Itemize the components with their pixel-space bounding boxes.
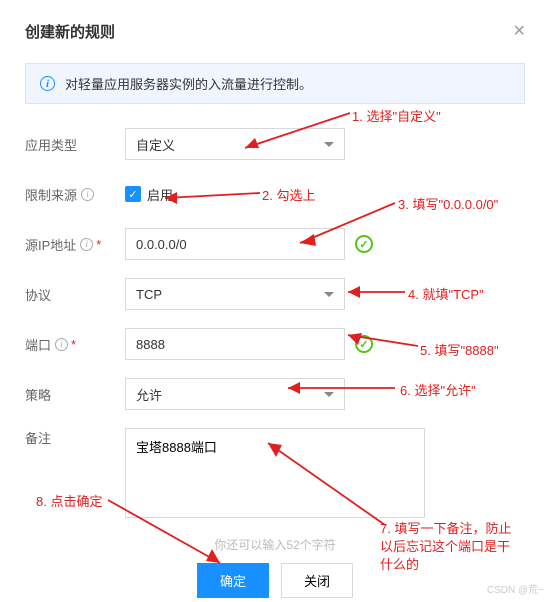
select-value: TCP: [136, 287, 162, 302]
info-icon: i: [40, 76, 55, 91]
watermark: CSDN @荒~: [487, 581, 544, 596]
valid-icon: ✓: [355, 335, 373, 353]
select-value: 允许: [136, 385, 162, 404]
dialog-buttons: 确定 关闭: [25, 563, 525, 598]
textarea-remark[interactable]: [125, 428, 425, 518]
row-port: 端口i* 8888 ✓: [25, 328, 525, 360]
input-source-ip[interactable]: 0.0.0.0/0: [125, 228, 345, 260]
help-icon[interactable]: i: [55, 338, 68, 351]
create-rule-dialog: 创建新的规则 × i 对轻量应用服务器实例的入流量进行控制。 应用类型 自定义 …: [0, 0, 550, 598]
select-protocol[interactable]: TCP: [125, 278, 345, 310]
select-app-type[interactable]: 自定义: [125, 128, 345, 160]
char-hint: 你还可以输入52个字符: [25, 536, 525, 553]
dialog-header: 创建新的规则 ×: [25, 20, 525, 43]
checkbox-label: 启用: [147, 185, 173, 204]
label-policy: 策略: [25, 385, 125, 404]
label-source-ip: 源IP地址i*: [25, 235, 125, 254]
info-text: 对轻量应用服务器实例的入流量进行控制。: [65, 74, 312, 93]
select-policy[interactable]: 允许: [125, 378, 345, 410]
row-protocol: 协议 TCP: [25, 278, 525, 310]
chevron-down-icon: [324, 142, 334, 147]
row-policy: 策略 允许: [25, 378, 525, 410]
info-banner: i 对轻量应用服务器实例的入流量进行控制。: [25, 63, 525, 104]
ok-button[interactable]: 确定: [197, 563, 269, 598]
row-source-ip: 源IP地址i* 0.0.0.0/0 ✓: [25, 228, 525, 260]
checkbox-enable[interactable]: ✓: [125, 186, 141, 202]
valid-icon: ✓: [355, 235, 373, 253]
label-app-type: 应用类型: [25, 135, 125, 154]
close-icon[interactable]: ×: [513, 20, 525, 43]
dialog-title: 创建新的规则: [25, 21, 115, 42]
select-value: 自定义: [136, 135, 175, 154]
chevron-down-icon: [324, 392, 334, 397]
help-icon[interactable]: i: [80, 238, 93, 251]
input-port[interactable]: 8888: [125, 328, 345, 360]
check-icon: ✓: [128, 188, 137, 201]
row-limit-source: 限制来源i ✓ 启用: [25, 178, 525, 210]
label-port: 端口i*: [25, 335, 125, 354]
chevron-down-icon: [324, 292, 334, 297]
label-remark: 备注: [25, 428, 125, 447]
close-button[interactable]: 关闭: [281, 563, 353, 598]
label-limit-source: 限制来源i: [25, 185, 125, 204]
row-app-type: 应用类型 自定义: [25, 128, 525, 160]
row-remark: 备注: [25, 428, 525, 518]
help-icon[interactable]: i: [81, 188, 94, 201]
label-protocol: 协议: [25, 285, 125, 304]
